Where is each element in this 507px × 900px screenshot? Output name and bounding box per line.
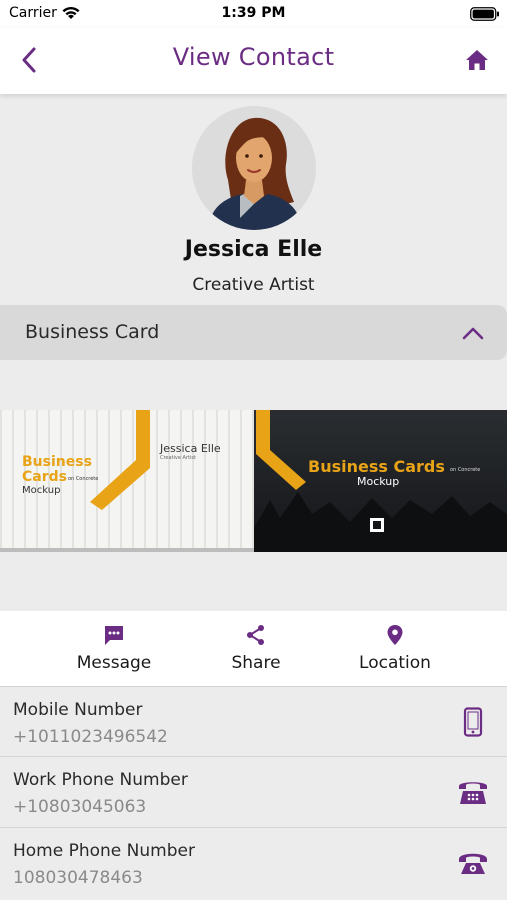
home-button[interactable] xyxy=(462,46,492,74)
page-title: View Contact xyxy=(172,43,335,71)
business-card-header[interactable]: Business Card xyxy=(0,305,507,360)
home-icon xyxy=(466,50,488,70)
card-back-subtitle: Mockup xyxy=(357,475,400,488)
card-back-caption: on Concrete xyxy=(450,467,481,473)
detail-row-home-phone[interactable]: Home Phone Number 108030478463 xyxy=(0,827,507,897)
location-pin-icon xyxy=(387,625,403,645)
card-front-caption: on Concrete xyxy=(68,476,99,482)
detail-value: +10803045063 xyxy=(13,797,147,817)
share-icon xyxy=(247,625,264,645)
detail-row-mobile[interactable]: Mobile Number +1011023496542 xyxy=(0,686,507,756)
detail-row-work-phone[interactable]: Work Phone Number +10803045063 xyxy=(0,756,507,826)
business-card-image[interactable]: Business Cards on Concrete Mockup Jessic… xyxy=(0,410,507,552)
telephone-icon[interactable] xyxy=(456,846,490,880)
card-front-role: Creative Artist xyxy=(160,455,196,461)
message-label: Message xyxy=(76,653,152,673)
action-bar: Message Share Location xyxy=(0,611,507,686)
desk-phone-icon[interactable] xyxy=(456,775,490,809)
chevron-up-icon[interactable] xyxy=(462,325,484,344)
card-back-title: Business Cards xyxy=(308,457,445,476)
status-bar: Carrier 1:39 PM xyxy=(0,0,507,28)
share-button[interactable]: Share xyxy=(191,623,321,673)
battery-icon xyxy=(470,6,500,25)
card-front-title-1: Business xyxy=(22,454,92,470)
business-card-label: Business Card xyxy=(25,321,160,343)
message-icon xyxy=(105,626,123,645)
contact-name: Jessica Elle xyxy=(184,237,323,262)
mobile-phone-icon[interactable] xyxy=(456,705,490,739)
nav-bar: View Contact xyxy=(0,28,507,94)
avatar xyxy=(192,106,316,230)
detail-value: +1011023496542 xyxy=(13,727,168,747)
card-front-name: Jessica Elle xyxy=(160,442,221,455)
share-label: Share xyxy=(231,653,281,673)
detail-label: Home Phone Number xyxy=(13,841,195,861)
card-front-subtitle: Mockup xyxy=(22,485,61,496)
detail-value: 108030478463 xyxy=(13,868,143,888)
card-front-title-2: Cards xyxy=(22,469,67,485)
detail-label: Work Phone Number xyxy=(13,770,188,790)
avatar-illustration xyxy=(192,106,316,230)
location-button[interactable]: Location xyxy=(330,623,460,673)
contact-title: Creative Artist xyxy=(192,275,315,295)
message-button[interactable]: Message xyxy=(49,623,179,673)
status-time: 1:39 PM xyxy=(221,5,286,21)
location-label: Location xyxy=(359,653,431,673)
detail-label: Mobile Number xyxy=(13,700,143,720)
